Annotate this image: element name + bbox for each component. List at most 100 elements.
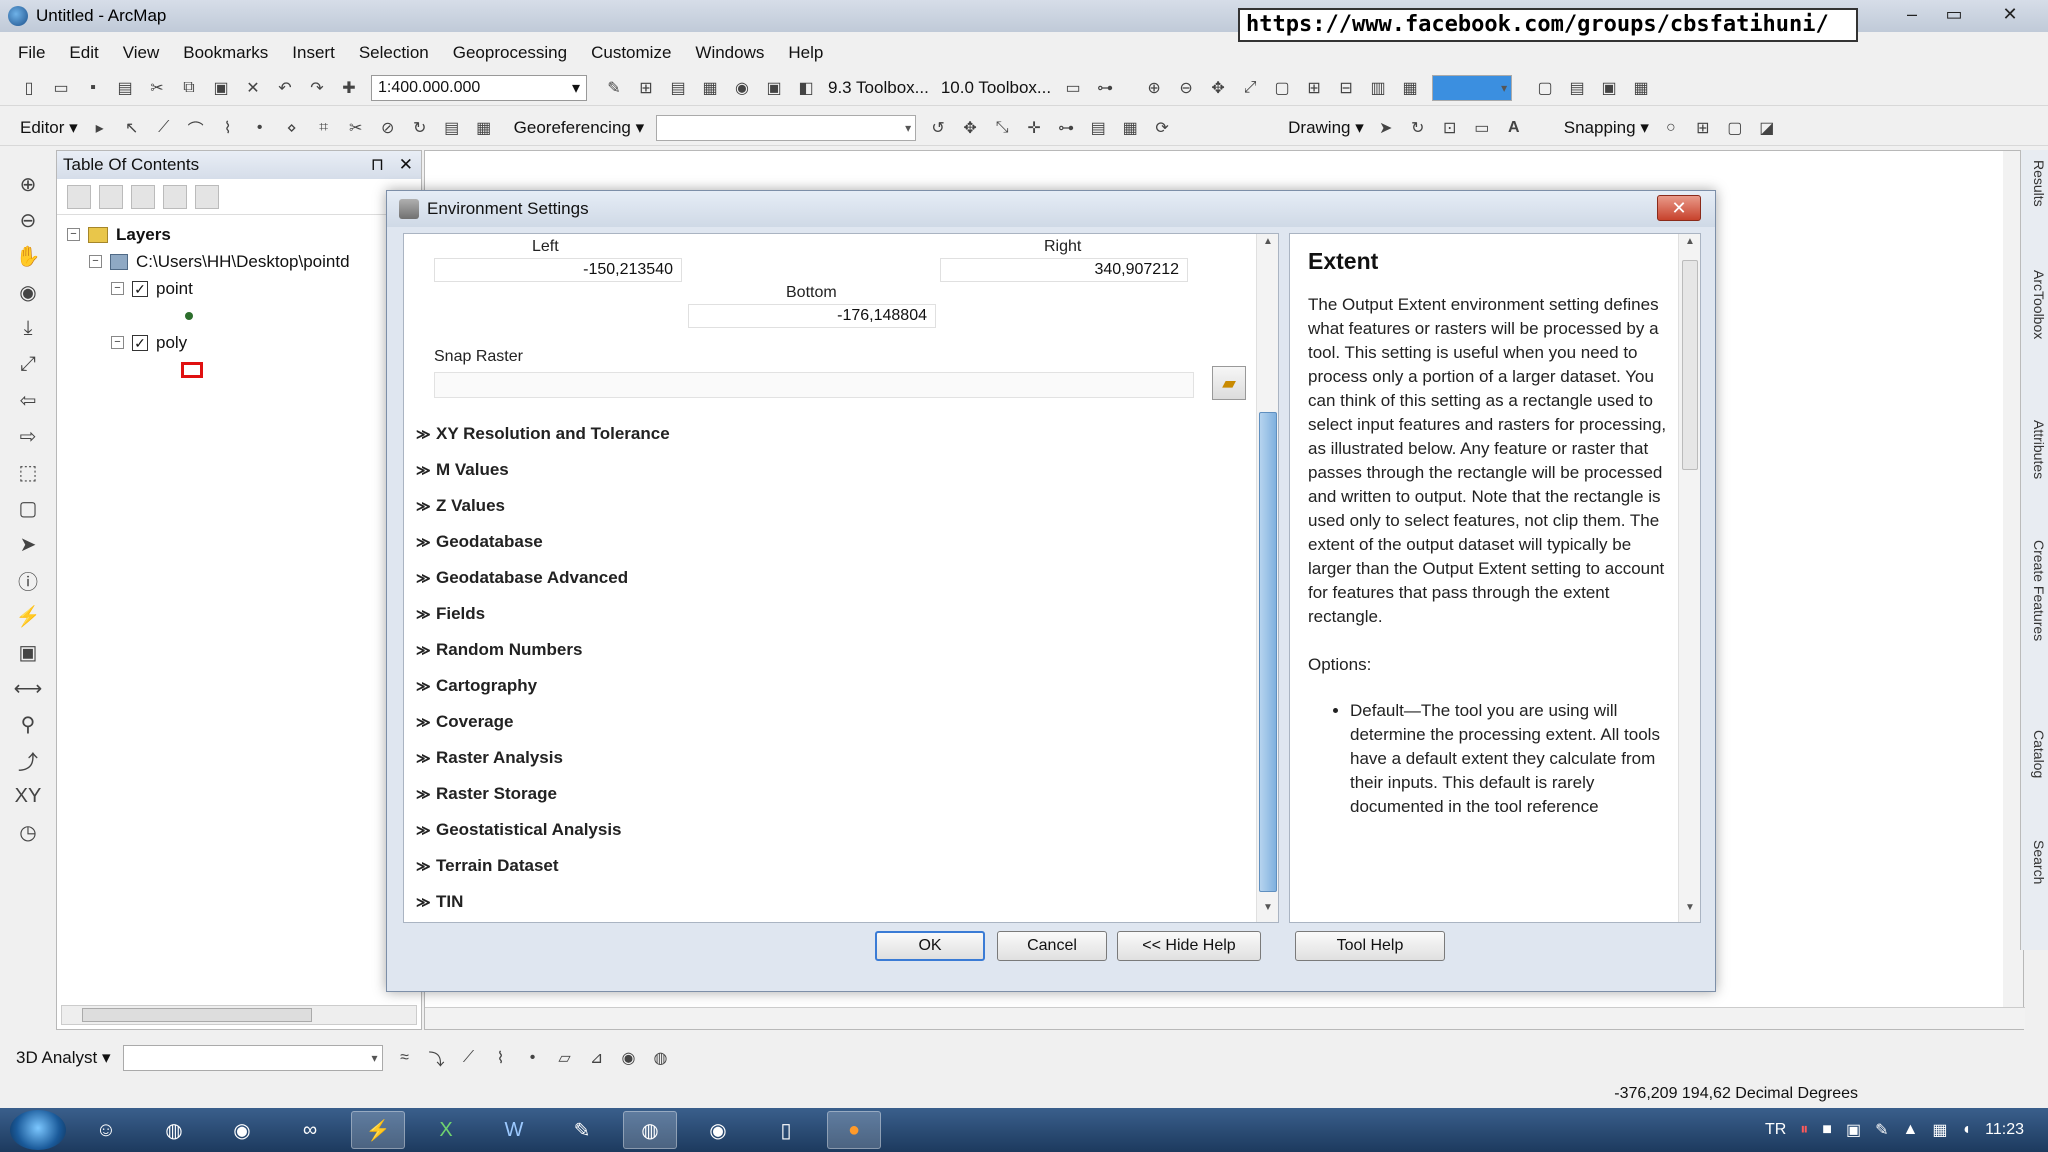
messenger-app-icon[interactable]: ◉: [215, 1111, 269, 1149]
html-popup-icon[interactable]: ▣: [13, 638, 43, 666]
scrollbar-thumb[interactable]: [1259, 412, 1277, 892]
scroll-down-icon[interactable]: ▼: [1679, 902, 1700, 920]
georeferencing-menu-button[interactable]: Georeferencing ▾: [514, 118, 644, 138]
select-elements-icon[interactable]: ➤: [1373, 115, 1399, 141]
pin-icon[interactable]: ⊓: [371, 155, 384, 174]
word-app-icon[interactable]: W: [487, 1111, 541, 1149]
show-hidden-icons-icon[interactable]: ▲: [1903, 1121, 1919, 1139]
rotate-georef-icon[interactable]: ↺: [925, 115, 951, 141]
arctoolbox-icon[interactable]: ◉: [729, 75, 755, 101]
tool-app-icon[interactable]: ✎: [555, 1111, 609, 1149]
section-raster-analysis[interactable]: ≫ Raster Analysis: [416, 740, 1196, 776]
layer-poly[interactable]: − ✓ poly: [67, 329, 421, 356]
hide-help-button[interactable]: << Hide Help: [1117, 931, 1261, 961]
arcscene-icon[interactable]: ◉: [616, 1045, 642, 1071]
network-tool-icon[interactable]: ⊶: [1092, 75, 1118, 101]
add-control-points-icon[interactable]: ✛: [1021, 115, 1047, 141]
menu-file[interactable]: File: [18, 43, 45, 63]
menu-help[interactable]: Help: [788, 43, 823, 63]
line-of-sight-icon[interactable]: ⟋: [456, 1045, 482, 1071]
browser-app-icon[interactable]: ◍: [147, 1111, 201, 1149]
utility-app-icon[interactable]: ⚡: [351, 1111, 405, 1149]
expander-icon[interactable]: −: [111, 282, 124, 295]
full-extent-layout-icon[interactable]: ⤢: [1237, 75, 1263, 101]
color-picker-combo[interactable]: ▾: [1432, 74, 1513, 101]
layout-view-icon[interactable]: ▭: [1060, 75, 1086, 101]
section-random-numbers[interactable]: ≫ Random Numbers: [416, 632, 1196, 668]
section-xy-resolution[interactable]: ≫ XY Resolution and Tolerance: [416, 416, 1196, 452]
guide-icon[interactable]: ⊟: [1333, 75, 1359, 101]
toolbox-93-button[interactable]: 9.3 Toolbox...: [828, 78, 929, 98]
network-icon[interactable]: ▦: [1932, 1120, 1947, 1140]
paste-icon[interactable]: ▣: [208, 75, 234, 101]
georef-layer-combo[interactable]: ▾: [656, 114, 917, 141]
clock[interactable]: 11:23: [1985, 1121, 2024, 1139]
layer-visibility-checkbox[interactable]: ✓: [132, 280, 148, 297]
add-data-icon[interactable]: ✚: [336, 75, 362, 101]
snap-raster-input[interactable]: [434, 372, 1194, 398]
map-scale-combo[interactable]: 1:400.000.000 ▾: [371, 74, 587, 101]
steepest-path-icon[interactable]: ⤵: [424, 1045, 450, 1071]
section-fields[interactable]: ≫ Fields: [416, 596, 1196, 632]
window-close-button[interactable]: ✕: [1990, 0, 2030, 28]
minimize-button[interactable]: –: [1892, 0, 1932, 28]
editor-toolbar-icon[interactable]: ✎: [601, 75, 627, 101]
settings-vertical-scrollbar[interactable]: ▲ ▼: [1256, 234, 1278, 922]
go-back-icon[interactable]: ⇦: [13, 386, 43, 414]
section-z-values[interactable]: ≫ Z Values: [416, 488, 1196, 524]
identify-results-icon[interactable]: ⊞: [633, 75, 659, 101]
workspace-node[interactable]: − C:\Users\HH\Desktop\pointd: [67, 248, 421, 275]
toc-close-icon[interactable]: ✕: [399, 155, 413, 174]
section-terrain-dataset[interactable]: ≫ Terrain Dataset: [416, 848, 1196, 884]
grid-icon[interactable]: ⊞: [1301, 75, 1327, 101]
menu-customize[interactable]: Customize: [591, 43, 671, 63]
section-geodatabase[interactable]: ≫ Geodatabase: [416, 524, 1196, 560]
frame-tool-icon[interactable]: ▦: [1397, 75, 1423, 101]
list-by-source-icon[interactable]: [99, 184, 123, 209]
find-route-icon[interactable]: ⤴: [13, 746, 43, 774]
menu-view[interactable]: View: [123, 43, 160, 63]
cut-icon[interactable]: ✂: [144, 75, 170, 101]
section-geodatabase-advanced[interactable]: ≫ Geodatabase Advanced: [416, 560, 1196, 596]
menu-edit[interactable]: Edit: [69, 43, 98, 63]
menu-bookmarks[interactable]: Bookmarks: [183, 43, 268, 63]
layout-page-icon[interactable]: ▢: [1269, 75, 1295, 101]
section-tin[interactable]: ≫ TIN: [416, 884, 1196, 920]
link-table-icon[interactable]: ▦: [1117, 115, 1143, 141]
pan-icon[interactable]: ✋: [13, 242, 43, 270]
zoom-out-fixed-icon[interactable]: ⊖: [1173, 75, 1199, 101]
fixed-zoom-out-icon[interactable]: ⤢: [13, 350, 43, 378]
open-folder-icon[interactable]: ▭: [48, 75, 74, 101]
new-document-icon[interactable]: ▯: [16, 75, 42, 101]
shift-icon[interactable]: ✥: [957, 115, 983, 141]
map-horizontal-scrollbar[interactable]: [425, 1007, 2025, 1029]
edit-vertices-icon[interactable]: ⋄: [279, 115, 305, 141]
rotate-element-icon[interactable]: ↻: [1405, 115, 1431, 141]
contour-icon[interactable]: ≈: [392, 1045, 418, 1071]
label-manager-icon[interactable]: ▢: [1532, 75, 1558, 101]
arctoolbox-tab[interactable]: ArcToolbox: [2023, 270, 2047, 339]
copy-icon[interactable]: ⧉: [176, 75, 202, 101]
arcmap-app-icon[interactable]: ◍: [623, 1111, 677, 1149]
fixed-zoom-in-icon[interactable]: ⤓: [13, 314, 43, 342]
measure-icon[interactable]: ⟷: [13, 674, 43, 702]
go-forward-icon[interactable]: ⇨: [13, 422, 43, 450]
maximize-button[interactable]: ▭: [1934, 0, 1974, 28]
users-app-icon[interactable]: ☺: [79, 1111, 133, 1149]
edge-snapping-icon[interactable]: ◪: [1754, 115, 1780, 141]
view-link-table-icon[interactable]: ▤: [1085, 115, 1111, 141]
clear-selection-icon[interactable]: ▢: [13, 494, 43, 522]
redo-icon[interactable]: ↷: [304, 75, 330, 101]
hyperlink-icon[interactable]: ⚡: [13, 602, 43, 630]
scrollbar-thumb[interactable]: [1682, 260, 1698, 470]
toc-options-icon[interactable]: [195, 184, 219, 209]
split-icon[interactable]: ⊘: [375, 115, 401, 141]
print-icon[interactable]: ▤: [112, 75, 138, 101]
layer-visibility-checkbox[interactable]: ✓: [132, 334, 148, 351]
recording-pause-icon[interactable]: ⏸: [1800, 1121, 1808, 1139]
create-features-tab[interactable]: Create Features: [2023, 540, 2047, 641]
3d-layer-combo[interactable]: ▾: [122, 1045, 383, 1071]
interpolate-polygon-icon[interactable]: ▱: [552, 1045, 578, 1071]
expander-icon[interactable]: −: [111, 336, 124, 349]
zoom-in-icon[interactable]: ⊕: [13, 170, 43, 198]
